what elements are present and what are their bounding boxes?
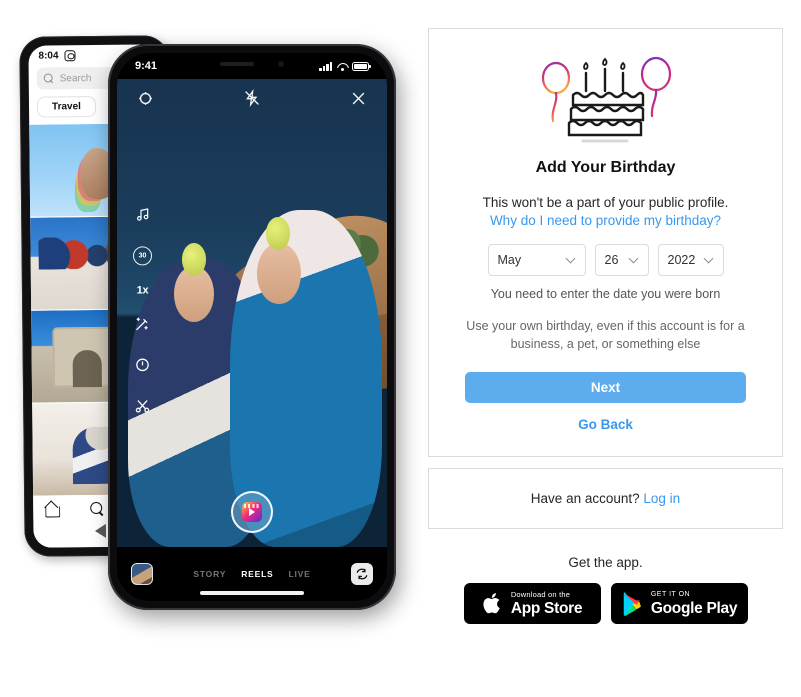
trim-scissors-icon[interactable] xyxy=(134,398,151,420)
app-store-badges: Download on the App Store GET IT ON Goog… xyxy=(410,583,801,625)
mode-reels[interactable]: REELS xyxy=(241,569,273,579)
iphone-mockup: 9:41 30 1x STORY REELS LIVE xyxy=(108,44,396,610)
google-play-badge[interactable]: GET IT ON Google Play xyxy=(610,583,748,625)
reels-record-button[interactable] xyxy=(231,491,273,533)
ios-status-time: 9:41 xyxy=(135,60,158,72)
search-icon[interactable] xyxy=(90,502,104,516)
camera-tools-rail: 30 1x xyxy=(133,207,152,420)
chevron-down-icon xyxy=(630,255,639,264)
birthday-note: Use your own birthday, even if this acco… xyxy=(466,318,745,352)
iphone-screen: 9:41 30 1x STORY REELS LIVE xyxy=(117,53,387,601)
google-play-text: GET IT ON Google Play xyxy=(650,590,738,617)
camera-viewfinder: 30 1x xyxy=(117,79,387,547)
privacy-subtitle: This won't be a part of your public prof… xyxy=(482,195,729,210)
go-back-button[interactable]: Go Back xyxy=(465,417,746,432)
timer-duration-icon[interactable]: 30 xyxy=(133,246,152,266)
day-select[interactable]: 26 xyxy=(594,243,649,276)
mode-story[interactable]: STORY xyxy=(193,569,226,579)
signal-bars-icon xyxy=(319,61,332,71)
ios-status-icons xyxy=(319,61,371,71)
chevron-down-icon xyxy=(567,255,576,264)
day-value: 26 xyxy=(604,252,619,267)
camera-flip-icon[interactable] xyxy=(351,563,373,585)
apple-prop-left xyxy=(181,242,207,276)
duration-label: 30 xyxy=(138,252,147,260)
chevron-down-icon xyxy=(705,255,714,264)
home-icon[interactable] xyxy=(45,502,60,516)
effects-icon[interactable] xyxy=(134,316,151,338)
battery-icon xyxy=(352,61,371,71)
login-card: Have an account? Log in xyxy=(428,468,783,530)
why-birthday-link[interactable]: Why do I need to provide my birthday? xyxy=(465,213,746,228)
reels-icon xyxy=(242,502,262,522)
phone-mockups: 8:04 Search Travel 9:41 30 1x STORY REEL… xyxy=(0,0,410,697)
app-store-badge[interactable]: Download on the App Store xyxy=(463,583,601,625)
speed-icon[interactable]: 1x xyxy=(137,285,149,297)
year-value: 2022 xyxy=(667,252,696,267)
audio-icon[interactable] xyxy=(135,207,151,228)
signup-column: Add Your Birthday This won't be a part o… xyxy=(410,0,801,697)
ios-home-indicator xyxy=(200,591,304,595)
camera-settings-icon[interactable] xyxy=(137,90,154,112)
app-store-big-label: App Store xyxy=(510,599,583,617)
face-right xyxy=(257,242,301,304)
app-store-small-label: Download on the xyxy=(510,590,571,600)
birthday-selects: May 26 2022 xyxy=(465,243,746,276)
apple-logo-icon xyxy=(483,593,500,614)
get-the-app-label: Get the app. xyxy=(568,555,643,571)
close-icon[interactable] xyxy=(350,90,367,112)
search-icon xyxy=(44,73,54,83)
wifi-icon xyxy=(336,62,348,71)
google-play-logo-icon xyxy=(623,591,641,616)
month-select[interactable]: May xyxy=(487,243,586,276)
page-title: Add Your Birthday xyxy=(535,159,676,176)
category-pill-travel[interactable]: Travel xyxy=(36,96,97,118)
timer-icon[interactable] xyxy=(134,357,151,379)
flash-off-icon[interactable] xyxy=(244,88,260,112)
apple-prop-right xyxy=(265,217,290,250)
year-select[interactable]: 2022 xyxy=(657,243,724,276)
android-status-time: 8:04 xyxy=(38,49,59,62)
birthday-cake-with-balloons-icon xyxy=(541,56,671,143)
mode-live[interactable]: LIVE xyxy=(289,569,311,579)
app-store-text: Download on the App Store xyxy=(510,590,583,617)
iphone-notch xyxy=(193,53,311,75)
google-play-small-label: GET IT ON xyxy=(650,590,691,598)
gallery-thumbnail[interactable] xyxy=(131,563,153,585)
camera-mode-bar: STORY REELS LIVE xyxy=(117,547,387,601)
log-in-link[interactable]: Log in xyxy=(643,491,680,506)
front-camera-icon xyxy=(278,61,284,67)
birthday-hint: You need to enter the date you were born xyxy=(490,286,721,301)
camera-modes: STORY REELS LIVE xyxy=(193,569,310,579)
birthday-illustration xyxy=(465,51,746,147)
next-button[interactable]: Next xyxy=(465,372,746,404)
android-back-button[interactable] xyxy=(94,523,106,539)
month-value: May xyxy=(497,252,522,267)
speaker-grill xyxy=(220,62,254,66)
camera-top-controls xyxy=(117,88,387,112)
login-prompt: Have an account? xyxy=(530,491,640,507)
search-placeholder: Search xyxy=(59,72,92,84)
signup-page: 8:04 Search Travel 9:41 30 1x STORY REEL… xyxy=(0,0,801,697)
birthday-card: Add Your Birthday This won't be a part o… xyxy=(428,28,783,458)
google-play-big-label: Google Play xyxy=(650,599,738,617)
instagram-camera-icon xyxy=(64,49,76,61)
